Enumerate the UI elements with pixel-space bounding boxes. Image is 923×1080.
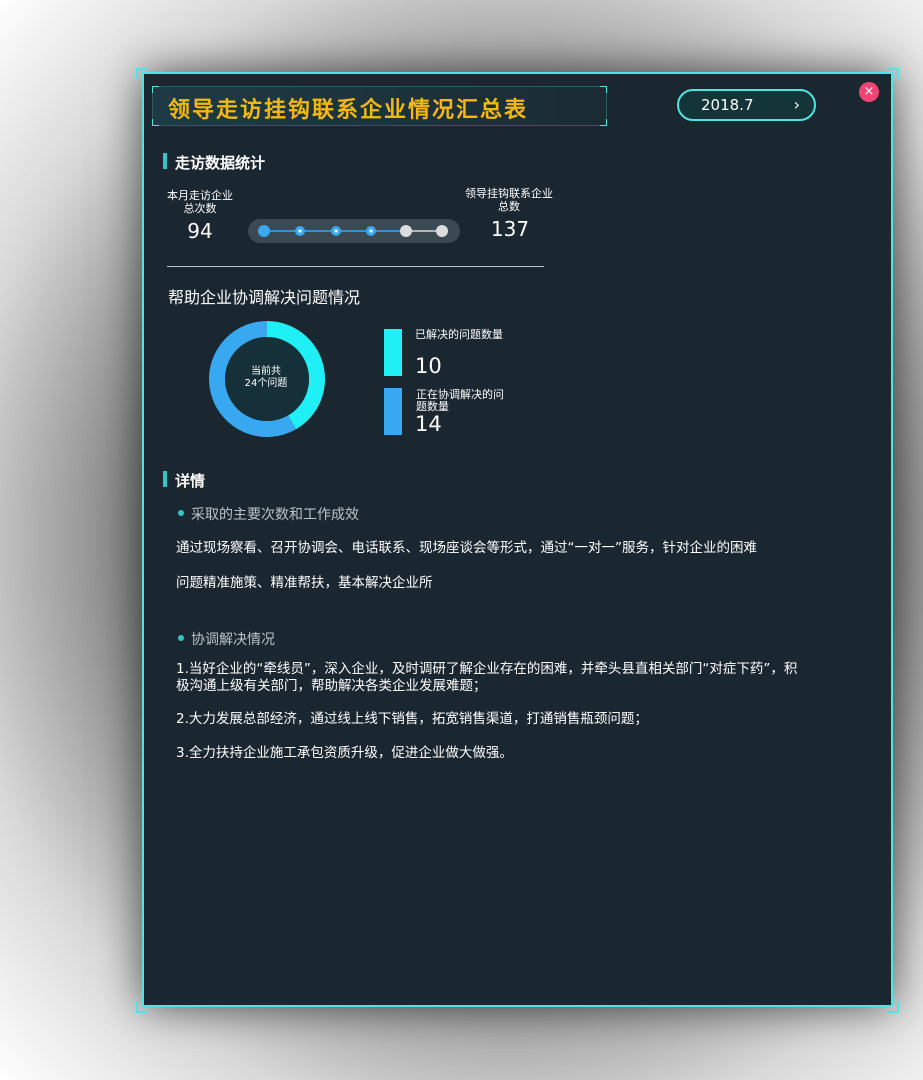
legend-resolved-value: 10 (415, 354, 442, 378)
corner-decoration (887, 68, 899, 80)
legend-resolved-label: 已解决的问题数量 (415, 328, 503, 341)
date-selector[interactable]: 2018.7 › (677, 89, 816, 121)
legend-resolved-swatch (384, 329, 402, 376)
corner-decoration (887, 1001, 899, 1013)
section-marker (163, 153, 167, 169)
details-paragraph: 通过现场察看、召开协调会、电话联系、现场座谈会等形式，通过“一对一”服务，针对企… (176, 540, 757, 556)
linked-enterprise-value: 137 (490, 217, 530, 241)
visit-count-label: 本月走访企业 总次数 (167, 189, 233, 215)
section-title-stats: 走访数据统计 (175, 154, 266, 172)
details-item-2: 2.大力发展总部经济，通过线上线下销售，拓宽销售渠道，打通销售瓶颈问题； (176, 711, 648, 727)
details-item-3: 3.全力扶持企业施工承包资质升级，促进企业做大做强。 (176, 745, 513, 761)
section-title-details: 详情 (175, 472, 206, 490)
bullet-icon (178, 510, 184, 516)
legend-ongoing-swatch (384, 388, 402, 435)
details-item-1-cont: 极沟通上级有关部门，帮助解决各类企业发展难题； (176, 678, 487, 694)
close-button[interactable]: × (859, 82, 879, 102)
problems-title: 帮助企业协调解决问题情况 (168, 288, 361, 307)
details-subheading-results: 采取的主要次数和工作成效 (191, 507, 359, 523)
details-item-1: 1.当好企业的“牵线员”，深入企业，及时调研了解企业存在的困难，并牵头县直相关部… (176, 661, 798, 677)
details-subheading-coordination: 协调解决情况 (191, 632, 275, 648)
details-paragraph: 问题精准施策、精准帮扶，基本解决企业所 (176, 575, 433, 591)
linked-enterprise-label: 领导挂钩联系企业 总数 (465, 187, 553, 213)
page-title: 领导走访挂钩联系企业情况汇总表 (168, 98, 529, 123)
progress-slider[interactable] (248, 219, 460, 243)
corner-decoration (136, 1001, 148, 1013)
corner-decoration (136, 68, 148, 80)
donut-center-label: 当前共 24个问题 (244, 366, 288, 389)
legend-ongoing-value: 14 (415, 412, 442, 436)
date-value: 2018.7 (701, 96, 754, 114)
divider (167, 266, 544, 267)
bullet-icon (178, 635, 184, 641)
section-marker (163, 471, 167, 487)
visit-count-value: 94 (187, 219, 213, 243)
chevron-right-icon[interactable]: › (794, 91, 800, 119)
progress-slider-graphic (258, 225, 448, 237)
legend-ongoing-label: 正在协调解决的问 题数量 (416, 388, 504, 413)
